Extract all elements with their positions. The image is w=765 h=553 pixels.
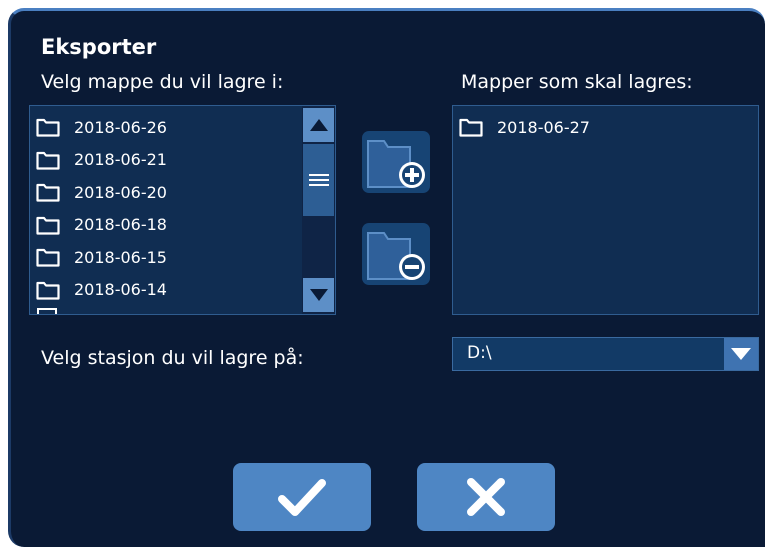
scroll-down-button[interactable] bbox=[303, 278, 334, 312]
folder-icon bbox=[36, 151, 60, 170]
arrow-up-icon bbox=[309, 119, 328, 131]
folder-name: 2018-06-27 bbox=[497, 117, 590, 137]
drive-select[interactable]: D:\ bbox=[452, 337, 759, 371]
source-folder-list[interactable]: 2018-06-26 2018-06-21 2018-06-20 2018-06-18… bbox=[29, 105, 336, 315]
folder-name: 2018-06-15 bbox=[74, 247, 167, 267]
scroll-thumb[interactable] bbox=[303, 144, 334, 216]
folder-list-item[interactable]: 2018-06-20 bbox=[36, 179, 167, 205]
source-scrollbar[interactable] bbox=[302, 106, 335, 314]
folder-list-item[interactable]: 2018-06-27 bbox=[459, 114, 590, 140]
folder-list-item[interactable]: 2018-06-18 bbox=[36, 212, 167, 238]
cancel-button[interactable] bbox=[417, 463, 555, 531]
folder-name: 2018-06-14 bbox=[74, 280, 167, 299]
folder-icon bbox=[36, 281, 60, 300]
folder-name: 2018-06-20 bbox=[74, 182, 167, 202]
folder-remove-icon bbox=[367, 232, 425, 280]
drive-value: D:\ bbox=[467, 343, 492, 363]
folder-name: 2018-06-21 bbox=[74, 150, 167, 169]
remove-folder-button[interactable] bbox=[362, 223, 430, 285]
export-dialog: Eksporter Velg mappe du vil lagre i: Map… bbox=[8, 8, 765, 547]
arrow-down-icon bbox=[309, 289, 328, 301]
drive-label: Velg stasjon du vil lagre på: bbox=[41, 347, 304, 369]
confirm-button[interactable] bbox=[233, 463, 371, 531]
folder-icon bbox=[459, 118, 483, 137]
folder-name: 2018-06-18 bbox=[74, 215, 167, 234]
drive-dropdown-button[interactable] bbox=[724, 338, 758, 370]
folder-icon bbox=[36, 118, 60, 137]
close-icon bbox=[467, 478, 505, 516]
chevron-down-icon bbox=[731, 348, 751, 360]
dialog-title: Eksporter bbox=[41, 35, 157, 59]
folder-icon bbox=[36, 216, 60, 235]
checkmark-icon bbox=[278, 479, 326, 516]
folder-icon bbox=[37, 308, 57, 314]
folder-icon bbox=[36, 248, 60, 267]
folder-name: 2018-06-26 bbox=[74, 117, 167, 137]
folder-add-icon bbox=[367, 140, 425, 188]
target-label: Mapper som skal lagres: bbox=[461, 71, 693, 93]
folder-list-item[interactable]: 2018-06-21 bbox=[36, 147, 167, 173]
target-folder-list[interactable]: 2018-06-27 bbox=[452, 105, 759, 315]
folder-icon bbox=[36, 183, 60, 202]
folder-list-item[interactable]: 2018-06-15 bbox=[36, 244, 167, 270]
menu-icon bbox=[308, 174, 329, 186]
folder-list-item[interactable]: 2018-06-14 bbox=[36, 277, 167, 303]
add-folder-button[interactable] bbox=[362, 131, 430, 193]
folder-list-item[interactable]: 2018-06-26 bbox=[36, 114, 167, 140]
source-label: Velg mappe du vil lagre i: bbox=[41, 71, 284, 93]
scroll-up-button[interactable] bbox=[303, 108, 334, 142]
